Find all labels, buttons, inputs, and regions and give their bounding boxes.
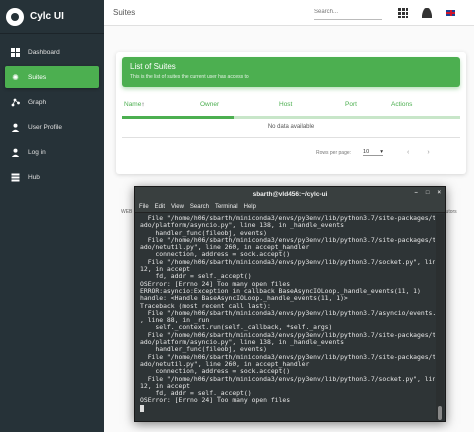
column-header-name[interactable]: Name↑ bbox=[124, 101, 200, 113]
maximize-icon[interactable]: □ bbox=[426, 190, 430, 196]
empty-table-text: No data available bbox=[267, 124, 315, 130]
sidebar-item-label: Hub bbox=[28, 173, 40, 181]
sidebar-item-suites[interactable]: ✺ Suites bbox=[5, 66, 99, 88]
footer-text-left: WEB bbox=[121, 209, 133, 215]
loading-progress-bar bbox=[122, 116, 460, 119]
card-subtitle: This is the list of suites the current u… bbox=[130, 74, 249, 80]
sidebar-item-label: Log in bbox=[28, 148, 46, 156]
sidebar-nav: Dashboard ✺ Suites Graph User Profile Lo… bbox=[0, 34, 104, 188]
column-label: Name bbox=[124, 101, 142, 108]
cylc-logo-icon bbox=[6, 7, 24, 26]
menu-help[interactable]: Help bbox=[244, 204, 256, 210]
uk-flag-icon[interactable] bbox=[446, 9, 455, 16]
terminal-output[interactable]: File "/home/h06/sbarth/miniconda3/envs/p… bbox=[137, 214, 435, 420]
sidebar-item-login[interactable]: Log in bbox=[5, 141, 99, 163]
menu-edit[interactable]: Edit bbox=[155, 204, 165, 210]
rows-per-page-value: 10 bbox=[363, 149, 370, 155]
next-page-button[interactable]: › bbox=[427, 149, 429, 156]
suites-icon: ✺ bbox=[12, 72, 19, 82]
sidebar-item-hub[interactable]: Hub bbox=[5, 166, 99, 188]
chevron-down-icon: ▾ bbox=[380, 149, 384, 155]
login-icon bbox=[11, 148, 20, 157]
terminal-scrollbar[interactable] bbox=[436, 214, 444, 420]
terminal-titlebar[interactable]: sbarth@vld456:~/cylc-ui – □ × bbox=[135, 187, 445, 202]
terminal-menubar: File Edit View Search Terminal Help bbox=[135, 202, 445, 213]
sidebar-item-graph[interactable]: Graph bbox=[5, 91, 99, 113]
dashboard-icon bbox=[11, 47, 20, 57]
column-header-actions[interactable]: Actions bbox=[391, 101, 441, 113]
table-pagination: Rows per page: 10 ▾ ‹ › bbox=[316, 149, 430, 156]
menu-file[interactable]: File bbox=[139, 204, 149, 210]
terminal-cursor-line bbox=[140, 404, 432, 413]
card-title: List of Suites bbox=[130, 62, 176, 71]
column-header-port[interactable]: Port bbox=[345, 101, 391, 113]
account-icon[interactable] bbox=[422, 7, 432, 18]
sidebar-item-user-profile[interactable]: User Profile bbox=[5, 116, 99, 138]
graph-icon bbox=[11, 98, 20, 107]
table-header: Name↑ Owner Host Port Actions bbox=[124, 101, 458, 113]
page-title: Suites bbox=[113, 8, 136, 17]
rows-per-page-label: Rows per page: bbox=[316, 149, 352, 156]
suites-card: List of Suites This is the list of suite… bbox=[116, 52, 466, 174]
sidebar-item-label: Suites bbox=[28, 73, 47, 81]
sidebar: Cylc UI Dashboard ✺ Suites Graph User Pr… bbox=[0, 0, 104, 432]
search-input[interactable] bbox=[314, 5, 382, 20]
terminal-title: sbarth@vld456:~/cylc-ui bbox=[252, 191, 328, 198]
hub-icon bbox=[11, 173, 20, 182]
prev-page-button[interactable]: ‹ bbox=[407, 149, 409, 156]
apps-icon[interactable] bbox=[398, 7, 408, 18]
sidebar-item-dashboard[interactable]: Dashboard bbox=[5, 41, 99, 63]
column-header-host[interactable]: Host bbox=[279, 101, 345, 113]
sidebar-item-label: Graph bbox=[28, 98, 47, 106]
sidebar-item-label: User Profile bbox=[28, 123, 62, 131]
user-profile-icon bbox=[11, 123, 20, 132]
menu-search[interactable]: Search bbox=[190, 204, 209, 210]
terminal-window[interactable]: sbarth@vld456:~/cylc-ui – □ × File Edit … bbox=[134, 186, 446, 422]
close-icon[interactable]: × bbox=[437, 190, 441, 196]
sort-up-icon: ↑ bbox=[141, 101, 145, 108]
loading-progress-fill bbox=[122, 116, 234, 119]
table-divider bbox=[122, 137, 460, 138]
rows-per-page-select[interactable]: 10 ▾ bbox=[363, 149, 384, 156]
sidebar-item-label: Dashboard bbox=[28, 48, 60, 56]
app-name: Cylc UI bbox=[30, 11, 64, 22]
terminal-line: OSError: [Errno 24] Too many open files bbox=[140, 396, 291, 405]
menu-terminal[interactable]: Terminal bbox=[215, 204, 238, 210]
menu-view[interactable]: View bbox=[171, 204, 184, 210]
terminal-cursor bbox=[140, 404, 144, 412]
window-controls: – □ × bbox=[415, 190, 441, 196]
topbar: Suites bbox=[104, 0, 474, 26]
column-header-owner[interactable]: Owner bbox=[200, 101, 279, 113]
card-header: List of Suites This is the list of suite… bbox=[122, 57, 460, 87]
minimize-icon[interactable]: – bbox=[415, 190, 418, 196]
brand[interactable]: Cylc UI bbox=[0, 0, 104, 34]
scrollbar-thumb[interactable] bbox=[438, 406, 442, 420]
